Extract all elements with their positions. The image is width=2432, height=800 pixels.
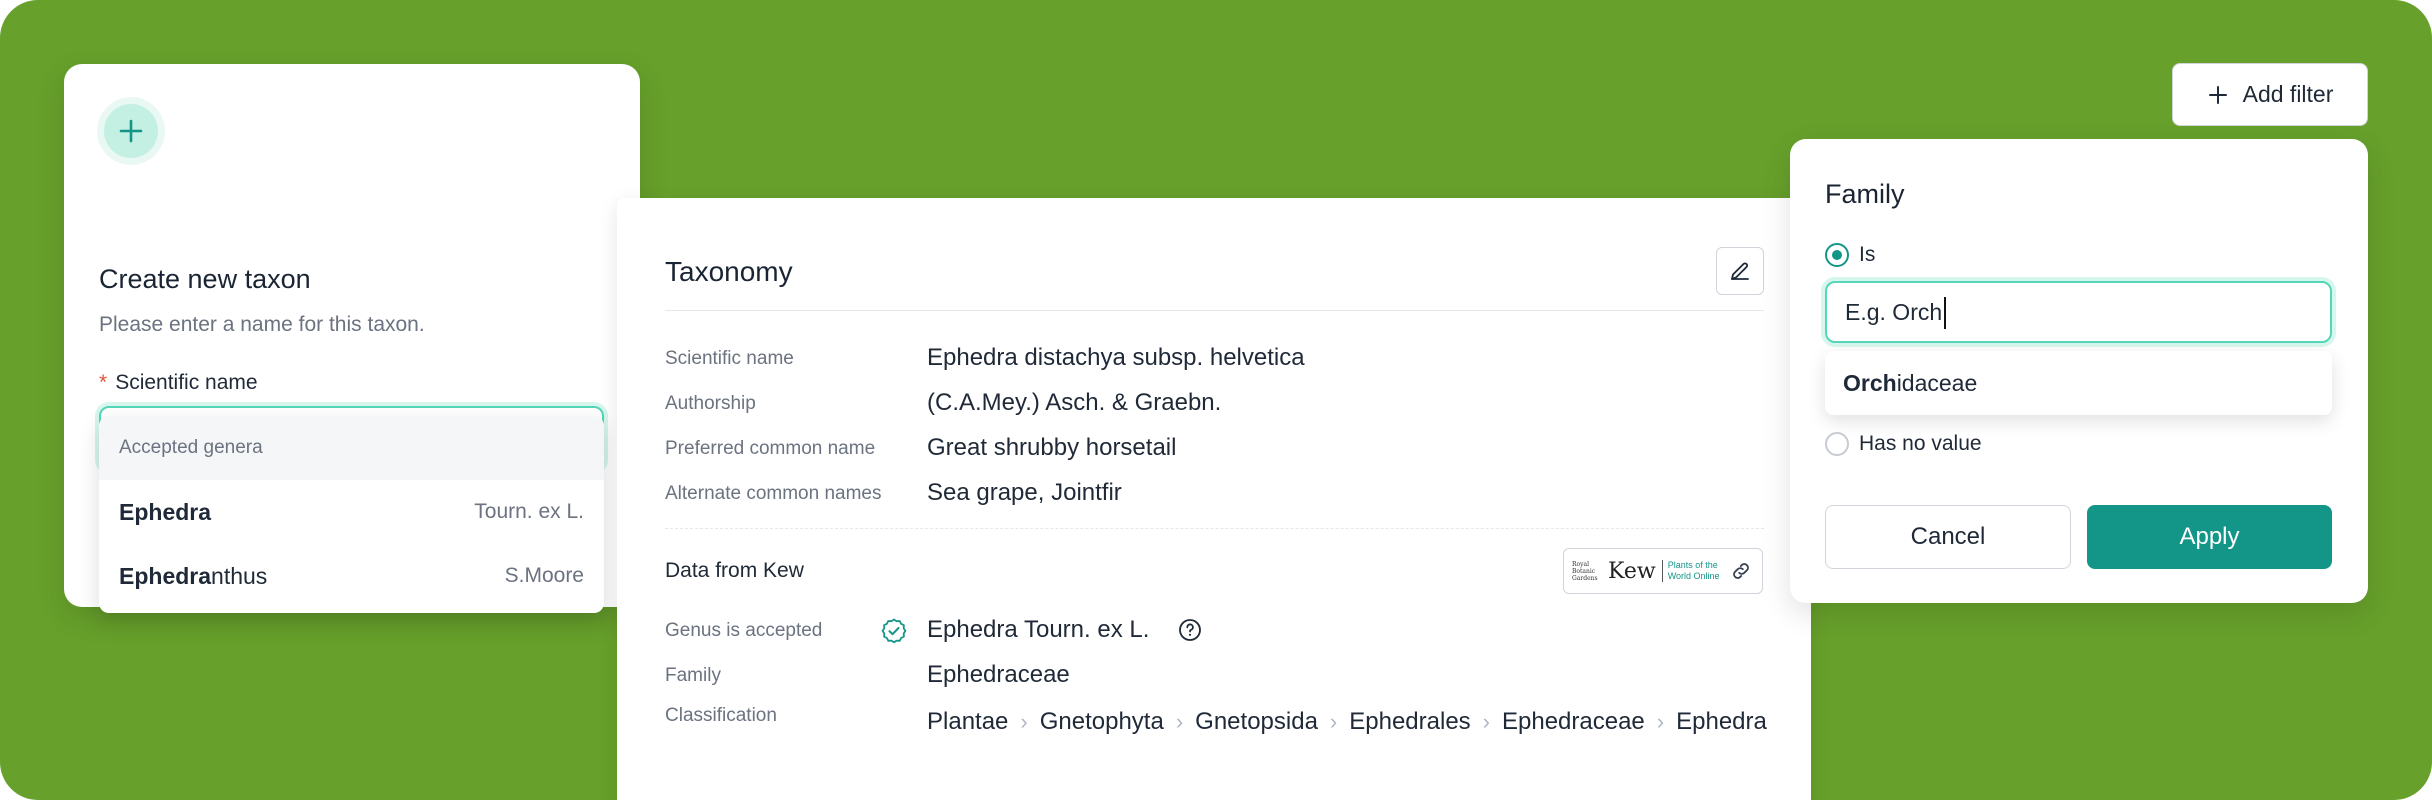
filter-title: Family <box>1825 179 1905 209</box>
chevron-right-icon: › <box>1020 709 1028 734</box>
radio-is[interactable]: Is <box>1825 243 1875 267</box>
kew-logo-text: Royal Botanic Gardens <box>1572 560 1598 582</box>
divider <box>665 310 1764 311</box>
help-circle-icon[interactable] <box>1178 618 1202 642</box>
canvas-background: Create new taxon Please enter a name for… <box>0 0 2432 800</box>
radio-label: Has no value <box>1859 432 1982 455</box>
scientific-name-label: * Scientific name <box>99 371 258 394</box>
classification-item: Gnetopsida <box>1195 708 1318 735</box>
suggestion-option[interactable]: Orch idaceae <box>1825 351 2332 415</box>
required-marker: * <box>99 371 108 394</box>
radio-button[interactable] <box>1825 432 1849 456</box>
cancel-button[interactable]: Cancel <box>1825 505 2071 569</box>
family-filter-popover: Family Is Orchidaceae Has no value Cance… <box>1790 139 2368 603</box>
chevron-right-icon: › <box>1329 709 1338 734</box>
classification-item: Gnetophyta <box>1039 708 1164 735</box>
field-value: (C.A.Mey.) Asch. & Graebn. <box>927 389 1222 416</box>
radio-button-selected[interactable] <box>1825 243 1849 267</box>
dropdown-option[interactable]: Ephedra Tourn. ex L. <box>99 480 604 544</box>
field-value: Ephedra distachya subsp. helvetica <box>927 344 1305 371</box>
chevron-right-icon: › <box>1175 709 1184 734</box>
field-value: Sea grape, Jointfir <box>927 479 1122 506</box>
field-key: Family <box>665 665 721 686</box>
add-filter-button[interactable]: Add filter <box>2172 63 2368 126</box>
plus-icon <box>119 119 143 143</box>
kew-logo: Kew <box>1608 558 1656 584</box>
chevron-right-icon: › <box>1482 709 1490 734</box>
field-key: Classification <box>665 705 777 726</box>
classification-breadcrumb: Plantae › Gnetophyta › Gnetopsida › Ephedrales… <box>927 704 1767 740</box>
check-circle-icon <box>881 618 907 644</box>
powo-logo-text: Plants of the World Online <box>1661 560 1724 582</box>
apply-button[interactable]: Apply <box>2087 505 2332 569</box>
plus-icon <box>2208 85 2227 104</box>
field-key: Genus is accepted <box>665 620 823 641</box>
family-filter-input[interactable] <box>1825 281 2332 343</box>
field-key: Preferred common name <box>665 438 876 459</box>
text-caret <box>1944 297 1946 329</box>
classification-item: Ephedraceae <box>1502 708 1645 735</box>
field-key: Authorship <box>665 393 756 414</box>
link-icon <box>1732 563 1749 579</box>
dialog-title: Create new taxon <box>99 264 311 294</box>
edit-button[interactable] <box>1716 247 1764 295</box>
pencil-icon <box>1731 262 1749 280</box>
option-author: S.Moore <box>504 564 584 587</box>
dropdown-header: Accepted genera <box>99 416 604 480</box>
plus-icon-badge <box>97 97 165 165</box>
field-value: Ephedraceae <box>927 661 1070 688</box>
genera-dropdown: Accepted genera Ephedra Tourn. ex L. Eph… <box>99 416 604 613</box>
taxonomy-panel: Taxonomy Scientific name Ephedra distach… <box>617 198 1811 800</box>
panel-title: Taxonomy <box>665 256 793 287</box>
option-author: Tourn. ex L. <box>474 500 584 523</box>
divider <box>665 528 1764 529</box>
add-filter-label: Add filter <box>2242 81 2334 107</box>
classification-item: Ephedrales <box>1349 708 1471 735</box>
field-value: Great shrubby horsetail <box>927 434 1177 461</box>
field-key: Scientific name <box>665 348 794 369</box>
chevron-right-icon: › <box>1656 709 1665 734</box>
kew-link-badge[interactable]: Royal Botanic Gardens Kew Plants of the … <box>1563 548 1763 594</box>
radio-has-no-value[interactable]: Has no value <box>1825 432 1982 456</box>
classification-item: Ephedra <box>1676 708 1767 735</box>
kew-section-title: Data from Kew <box>665 559 804 582</box>
dropdown-option[interactable]: Ephedranthus S.Moore <box>99 544 604 608</box>
classification-item: Plantae <box>927 708 1009 735</box>
radio-label: Is <box>1859 243 1876 266</box>
field-value: Ephedra Tourn. ex L. <box>927 616 1150 643</box>
dialog-subtitle: Please enter a name for this taxon. <box>99 313 425 336</box>
field-key: Alternate common names <box>665 483 882 504</box>
